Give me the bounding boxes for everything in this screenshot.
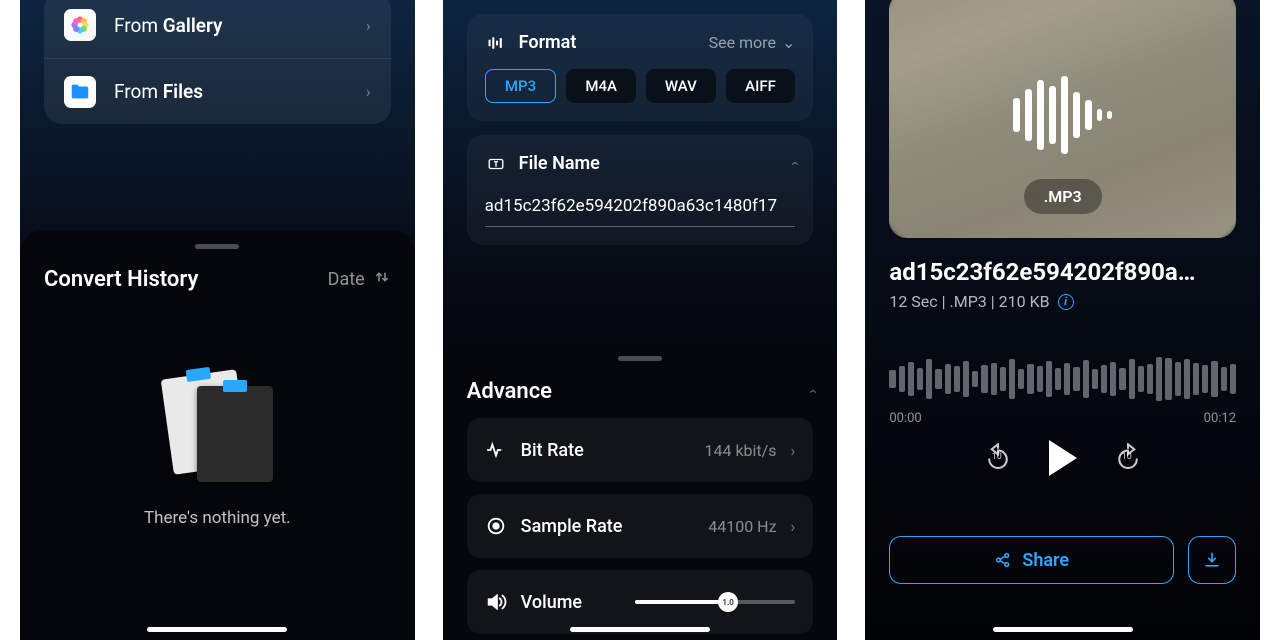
chevron-right-icon: › — [791, 441, 796, 460]
home-indicator[interactable] — [570, 627, 710, 632]
format-option-aiff[interactable]: AIFF — [726, 69, 796, 103]
empty-text: There's nothing yet. — [20, 508, 415, 528]
format-option-wav[interactable]: WAV — [646, 69, 716, 103]
chevron-up-icon[interactable]: › — [783, 161, 802, 166]
chevron-right-icon: › — [366, 82, 371, 101]
player-waveform[interactable] — [889, 351, 1236, 407]
bitrate-pulse-icon — [485, 439, 507, 461]
screen-convert-settings: Format See more ⌄ MP3 M4A WAV AIFF File … — [443, 0, 838, 640]
filename-section: File Name › — [467, 135, 814, 245]
screen-player: .MP3 ad15c23f62e594202f890a… 12 Sec | .M… — [865, 0, 1260, 640]
player-controls: 10 10 — [865, 440, 1260, 476]
sheet-drag-handle[interactable] — [618, 356, 662, 361]
samplerate-row[interactable]: Sample Rate 44100 Hz › — [467, 494, 814, 558]
bitrate-row[interactable]: Bit Rate 144 kbit/s › — [467, 418, 814, 482]
time-total: 00:12 — [1204, 411, 1236, 426]
filename-input[interactable] — [485, 190, 796, 227]
advance-title: Advance — [467, 379, 809, 404]
filename-title: File Name — [519, 153, 779, 174]
chevron-right-icon: › — [366, 16, 371, 35]
advance-sheet: Advance › Bit Rate 144 kbit/s › Sample R… — [443, 342, 838, 640]
file-meta: 12 Sec | .MP3 | 210 KB i — [889, 292, 1236, 311]
home-indicator[interactable] — [147, 627, 287, 632]
format-section: Format See more ⌄ MP3 M4A WAV AIFF — [467, 14, 814, 121]
chevron-down-icon: ⌄ — [782, 33, 795, 52]
sheet-drag-handle[interactable] — [195, 244, 239, 249]
audio-thumbnail: .MP3 — [889, 0, 1236, 238]
samplerate-target-icon — [485, 515, 507, 537]
file-title: ad15c23f62e594202f890a… — [889, 258, 1236, 286]
from-files-label: From Files — [114, 80, 348, 103]
convert-history-sheet: Convert History Date There's nothing yet… — [20, 230, 415, 640]
download-icon — [1202, 550, 1222, 570]
chevron-right-icon: › — [791, 517, 796, 536]
format-option-m4a[interactable]: M4A — [566, 69, 636, 103]
import-sources-card: From Gallery › From Files › — [44, 0, 391, 124]
volume-slider[interactable]: 1.0 — [635, 600, 795, 604]
forward-10-button[interactable]: 10 — [1113, 443, 1143, 473]
volume-row[interactable]: Volume 1.0 — [467, 570, 814, 634]
rewind-10-button[interactable]: 10 — [983, 443, 1013, 473]
share-button[interactable]: Share — [889, 536, 1174, 584]
chevron-up-icon[interactable]: › — [801, 389, 820, 394]
volume-speaker-icon — [485, 591, 507, 613]
info-icon[interactable]: i — [1058, 294, 1074, 310]
history-sort-button[interactable]: Date — [328, 268, 391, 291]
download-button[interactable] — [1188, 536, 1236, 584]
format-title: Format — [519, 32, 697, 53]
file-ext-badge: .MP3 — [1024, 179, 1102, 214]
home-indicator[interactable] — [993, 627, 1133, 632]
history-title: Convert History — [44, 267, 328, 292]
play-button[interactable] — [1049, 440, 1077, 476]
empty-clipboards-icon — [157, 368, 277, 488]
from-gallery-row[interactable]: From Gallery › — [44, 0, 391, 58]
rename-icon — [485, 155, 507, 173]
sort-arrows-icon — [373, 268, 391, 291]
format-bars-icon — [485, 33, 507, 53]
volume-slider-knob[interactable]: 1.0 — [718, 592, 738, 612]
files-app-icon — [64, 76, 96, 108]
time-elapsed: 00:00 — [889, 411, 921, 426]
from-files-row[interactable]: From Files › — [44, 58, 391, 124]
format-option-mp3[interactable]: MP3 — [485, 69, 557, 103]
thumbnail-waveform-icon — [1013, 76, 1112, 154]
format-see-more[interactable]: See more ⌄ — [709, 33, 796, 52]
from-gallery-label: From Gallery — [114, 14, 348, 37]
history-empty-state: There's nothing yet. — [20, 368, 415, 528]
screen-import-history: From Gallery › From Files › Convert Hist… — [20, 0, 415, 640]
photos-app-icon — [64, 9, 96, 41]
format-options: MP3 M4A WAV AIFF — [485, 69, 796, 103]
share-icon — [994, 551, 1012, 569]
